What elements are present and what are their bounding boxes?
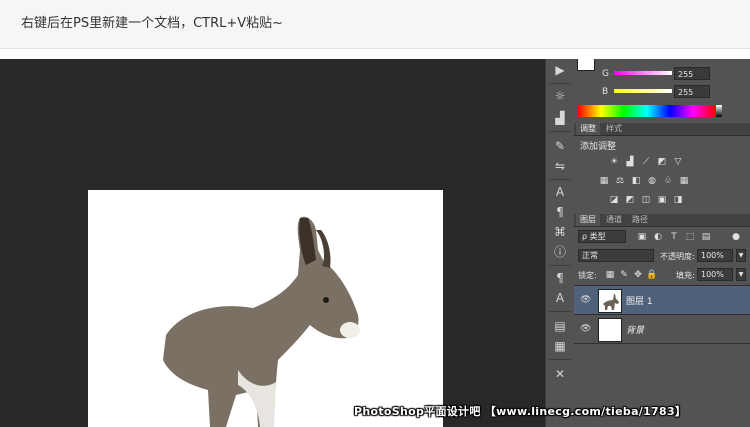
blend-mode-select[interactable]: 正常 <box>578 249 654 262</box>
channel-b-value[interactable]: 255 <box>674 85 710 98</box>
tools-icon[interactable]: ✕ <box>550 365 570 383</box>
paragraph-style-icon[interactable]: ¶ <box>550 269 570 287</box>
photo-filter-icon[interactable]: ◍ <box>646 176 658 186</box>
divider <box>549 359 571 360</box>
tab-layers[interactable]: 图层 <box>576 214 600 226</box>
layer-thumbnail <box>598 289 622 313</box>
right-panel: G 255 B 255 调整 样式 添加调整 ☀ ▟ ⟋ ◩ ▽ ▦ ⚖ ◧ ◍… <box>574 59 750 427</box>
lock-position-icon[interactable]: ✥ <box>632 270 644 280</box>
caption-bar: 右键后在PS里新建一个文档，CTRL+V粘贴~ <box>0 0 750 49</box>
donkey-image <box>163 216 360 427</box>
brush-icon[interactable]: ✎ <box>550 137 570 155</box>
opacity-label: 不透明度: <box>660 252 695 261</box>
color-spectrum[interactable] <box>578 105 716 117</box>
black-white-icon[interactable]: ◧ <box>630 176 642 186</box>
channel-b-slider[interactable] <box>614 89 672 93</box>
opacity-input[interactable]: 100% <box>697 249 733 262</box>
divider <box>549 265 571 266</box>
histogram-icon[interactable]: ▟ <box>550 109 570 127</box>
divider <box>549 131 571 132</box>
clone-icon[interactable]: ⇋ <box>550 157 570 175</box>
layer-thumbnail <box>598 318 622 342</box>
document-canvas[interactable] <box>88 190 443 427</box>
tab-adjustments[interactable]: 调整 <box>576 123 600 135</box>
filter-type-icon[interactable]: T <box>668 232 680 242</box>
layer-row-background[interactable]: 👁 背景 <box>574 315 750 343</box>
color-balance-icon[interactable]: ⚖ <box>614 176 626 186</box>
fill-label: 填充: <box>676 271 695 280</box>
brightness-icon[interactable]: ☀ <box>608 157 620 167</box>
lock-transparent-icon[interactable]: ▦ <box>604 270 616 280</box>
foreground-swatch[interactable] <box>577 59 595 71</box>
watermark: PhotoShop平面设计吧 【www.linecg.com/tieba/178… <box>354 405 687 418</box>
adjust-tabs: 调整 样式 <box>574 123 750 136</box>
lock-image-icon[interactable]: ✎ <box>618 270 630 280</box>
divider <box>574 343 750 344</box>
layer-name[interactable]: 图层 1 <box>626 294 653 307</box>
divider <box>549 83 571 84</box>
adjust-title: 添加调整 <box>580 142 617 152</box>
filter-pixel-icon[interactable]: ▣ <box>636 232 648 242</box>
fill-input[interactable]: 100% <box>697 268 733 281</box>
layer-row-1[interactable]: 👁 图层 1 <box>574 286 750 314</box>
lock-label: 锁定: <box>578 271 597 280</box>
hue-saturation-icon[interactable]: ▦ <box>598 176 610 186</box>
levels-icon[interactable]: ▟ <box>624 157 636 167</box>
layer-name[interactable]: 背景 <box>626 323 644 336</box>
filter-toggle-icon[interactable]: ● <box>730 232 742 242</box>
kind-filter-select[interactable]: ρ 类型 <box>578 230 626 243</box>
photoshop-window: ▶ ☼ ▟ ✎ ⇋ A ¶ ⌘ ⓘ ¶ A ▤ ▦ ✕ G 255 B 255 … <box>0 59 750 427</box>
paragraph-icon[interactable]: ¶ <box>550 203 570 221</box>
filter-adjustment-icon[interactable]: ◐ <box>652 232 664 242</box>
divider <box>549 179 571 180</box>
tab-channels[interactable]: 通道 <box>602 214 626 226</box>
notes-icon[interactable]: ▤ <box>550 317 570 335</box>
channel-g-value[interactable]: 255 <box>674 67 710 80</box>
caption-text: 右键后在PS里新建一个文档，CTRL+V粘贴~ <box>21 16 284 31</box>
gradient-map-icon[interactable]: ▣ <box>656 195 668 205</box>
threshold-icon[interactable]: ◫ <box>640 195 652 205</box>
info-icon[interactable]: ⓘ <box>550 243 570 261</box>
visibility-eye-icon[interactable]: 👁 <box>580 295 591 305</box>
fill-dropdown-icon[interactable]: ▼ <box>736 268 746 281</box>
layers-tabs: 图层 通道 路径 <box>574 214 750 227</box>
tab-styles[interactable]: 样式 <box>602 123 626 135</box>
posterize-icon[interactable]: ◩ <box>624 195 636 205</box>
character-style-icon[interactable]: A <box>550 289 570 307</box>
character-icon[interactable]: A <box>550 183 570 201</box>
channel-g-label: G <box>602 69 609 79</box>
properties-icon[interactable]: ▦ <box>550 337 570 355</box>
visibility-eye-icon[interactable]: 👁 <box>580 324 591 334</box>
curves-icon[interactable]: ⟋ <box>640 157 652 167</box>
canvas-area <box>0 59 545 427</box>
selective-color-icon[interactable]: ◨ <box>672 195 684 205</box>
channel-mixer-icon[interactable]: ♧ <box>662 176 674 186</box>
vibrance-icon[interactable]: ▽ <box>672 157 684 167</box>
channel-g-slider[interactable] <box>614 71 672 75</box>
lock-all-icon[interactable]: 🔒 <box>646 270 658 280</box>
tab-paths[interactable]: 路径 <box>628 214 652 226</box>
divider <box>549 311 571 312</box>
donkey-thumbnail-icon <box>603 294 619 310</box>
panel-toolstrip: ▶ ☼ ▟ ✎ ⇋ A ¶ ⌘ ⓘ ¶ A ▤ ▦ ✕ <box>545 59 575 427</box>
glyph-icon[interactable]: ⌘ <box>550 223 570 241</box>
channel-b-label: B <box>602 87 609 97</box>
opacity-dropdown-icon[interactable]: ▼ <box>736 249 746 262</box>
color-lookup-icon[interactable]: ▦ <box>678 176 690 186</box>
sun-icon[interactable]: ☼ <box>550 87 570 105</box>
color-spectrum-bw[interactable] <box>716 105 722 117</box>
exposure-icon[interactable]: ◩ <box>656 157 668 167</box>
play-icon[interactable]: ▶ <box>550 61 570 79</box>
filter-shape-icon[interactable]: ⬚ <box>684 232 696 242</box>
invert-icon[interactable]: ◪ <box>608 195 620 205</box>
filter-smart-icon[interactable]: ▤ <box>700 232 712 242</box>
